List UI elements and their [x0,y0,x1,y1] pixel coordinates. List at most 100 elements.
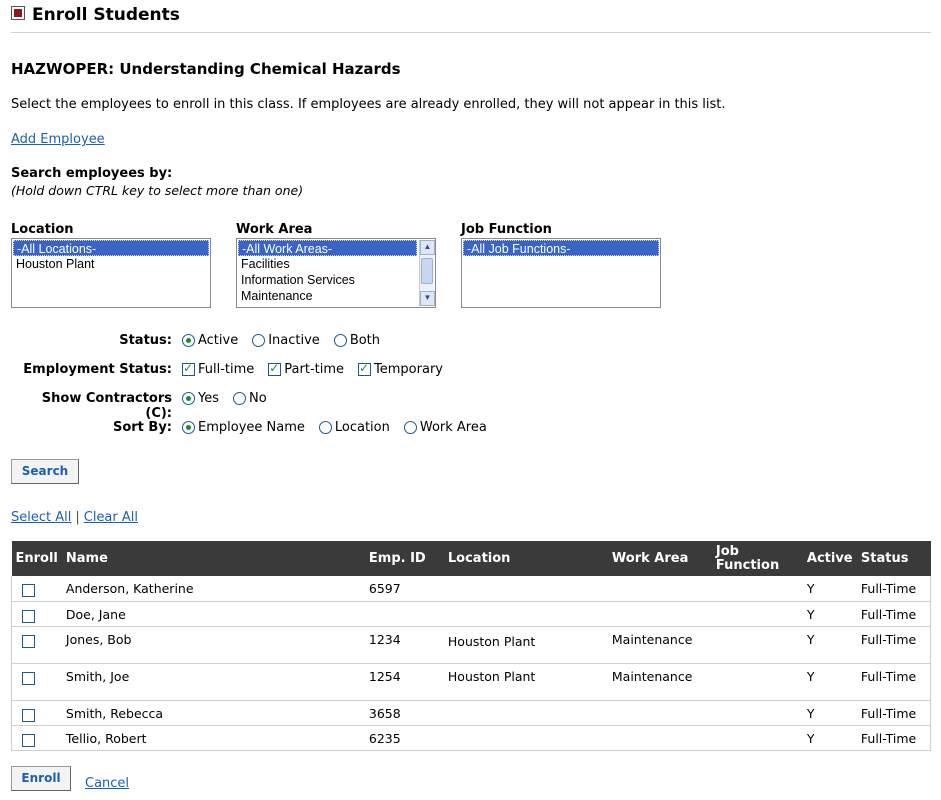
temporary-checkbox[interactable] [358,361,372,376]
table-row: Smith, Joe 1254 Houston Plant Maintenanc… [11,663,931,701]
cell-job-function [711,601,803,627]
link-separator: | [75,510,80,525]
enroll-checkbox[interactable] [22,609,35,623]
cell-active: Y [802,601,857,627]
status-option-label: Active [198,333,239,348]
table-row: Doe, Jane Y Full-Time [11,601,931,627]
cell-location [443,700,608,726]
status-label: Status: [119,333,172,348]
work-area-scrollbar[interactable]: ▲ ▼ [419,240,435,306]
search-heading: Search employees by: [11,166,173,181]
status-option-label: Inactive [268,333,320,348]
contractors-option-label: Yes [198,391,219,406]
enroll-button[interactable]: Enroll [11,766,71,791]
employment-option-label: Full-time [198,362,255,377]
cell-emp-id: 6597 [364,576,444,602]
scroll-down-icon[interactable]: ▼ [420,291,435,306]
search-hint: (Hold down CTRL key to select more than … [11,183,304,198]
status-active-radio[interactable] [182,334,195,347]
enroll-checkbox[interactable] [22,584,35,597]
status-radio-group: Active Inactive Both [182,333,390,348]
sort-by-group: Employee Name Location Work Area [182,420,497,435]
cell-active: Y [802,576,857,602]
sort-employee-name-radio[interactable] [182,421,195,434]
contractors-no-radio[interactable] [233,392,246,405]
work-area-option[interactable]: Information Services [238,272,417,288]
table-row: Smith, Rebecca 3658 Y Full-Time [11,700,931,726]
search-button[interactable]: Search [11,459,79,484]
location-listbox[interactable]: -All Locations- Houston Plant [11,238,211,308]
show-contractors-label: Show Contractors (C): [41,391,172,421]
part-time-checkbox[interactable] [268,361,282,376]
column-header-emp-id: Emp. ID [364,541,444,576]
column-header-name: Name [61,541,365,576]
title-divider [11,32,931,33]
sort-option-label: Work Area [419,420,487,435]
table-header-row: Enroll Name Emp. ID Location Work Area J… [11,541,931,576]
location-option[interactable]: Houston Plant [13,256,209,272]
select-all-link[interactable]: Select All [11,510,71,525]
location-option[interactable]: -All Locations- [13,240,209,256]
clear-all-link[interactable]: Clear All [84,510,138,525]
work-area-listbox[interactable]: -All Work Areas- Facilities Information … [236,238,436,308]
column-header-status: Status [856,541,931,576]
cell-work-area: Maintenance [607,663,712,701]
work-area-option[interactable]: Facilities [238,256,417,272]
cell-name: Doe, Jane [61,601,365,627]
column-header-work-area: Work Area [607,541,712,576]
cell-name: Smith, Rebecca [61,700,365,726]
sort-option-label: Location [334,420,390,435]
page-title: Enroll Students [32,5,180,25]
employee-table: Enroll Name Emp. ID Location Work Area J… [11,541,931,751]
cell-location [443,725,608,751]
work-area-option[interactable]: Maintenance [238,288,417,304]
scroll-thumb[interactable] [421,258,433,284]
cell-work-area [607,601,712,627]
cell-work-area: Maintenance [607,626,712,664]
sort-work-area-radio[interactable] [403,421,417,434]
cell-job-function [711,663,803,701]
scroll-up-icon[interactable]: ▲ [420,240,435,255]
column-header-job-function: Job Function [711,541,803,576]
cell-status: Full-Time [856,700,931,726]
enroll-checkbox[interactable] [22,733,35,747]
cell-emp-id: 3658 [364,700,444,726]
cell-active: Y [802,626,857,664]
job-function-listbox[interactable]: -All Job Functions- [461,238,661,308]
enroll-checkbox[interactable] [22,671,35,685]
cell-location: Houston Plant [443,626,608,664]
enroll-checkbox[interactable] [22,708,35,722]
employment-option-label: Part-time [284,362,345,377]
enroll-checkbox[interactable] [22,634,35,648]
table-row: Anderson, Katherine 6597 Y Full-Time [11,576,931,602]
selection-links: Select All | Clear All [11,510,138,525]
show-contractors-group: Yes No [182,391,277,406]
cell-status: Full-Time [856,663,931,701]
work-area-option[interactable]: -All Work Areas- [238,240,417,256]
cell-work-area [607,576,712,602]
job-function-option[interactable]: -All Job Functions- [463,240,659,256]
cell-job-function [711,700,803,726]
employment-status-label: Employment Status: [23,362,172,377]
cell-work-area [607,725,712,751]
employment-status-group: Full-time Part-time Temporary [182,361,453,377]
sort-by-label: Sort By: [112,420,172,435]
cell-name: Jones, Bob [61,626,365,664]
status-both-radio[interactable] [333,334,347,347]
add-employee-link[interactable]: Add Employee [11,132,105,147]
sort-option-label: Employee Name [198,420,305,435]
cell-job-function [711,576,803,602]
course-title: HAZWOPER: Understanding Chemical Hazards [11,60,401,78]
cell-location [443,601,608,627]
cancel-link[interactable]: Cancel [85,776,129,791]
cell-emp-id: 1254 [364,663,444,701]
column-header-active: Active [802,541,857,576]
cell-name: Tellio, Robert [61,725,365,751]
status-inactive-radio[interactable] [252,334,266,347]
column-header-enroll: Enroll [11,541,62,576]
cell-name: Smith, Joe [61,663,365,701]
contractors-yes-radio[interactable] [182,392,195,405]
status-option-label: Both [349,333,381,348]
full-time-checkbox[interactable] [182,361,195,376]
sort-location-radio[interactable] [318,421,332,434]
